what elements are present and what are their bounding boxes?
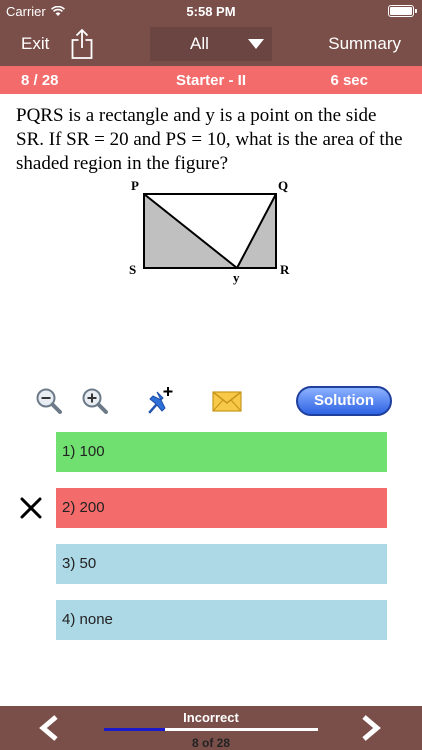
label-q: Q bbox=[278, 178, 288, 193]
progress-fill bbox=[104, 728, 166, 731]
label-s: S bbox=[129, 262, 136, 277]
filter-selected-value: All bbox=[190, 34, 209, 53]
share-icon[interactable] bbox=[70, 28, 94, 60]
chevron-down-icon bbox=[248, 39, 264, 49]
label-y: y bbox=[233, 270, 240, 285]
pin-add-icon[interactable] bbox=[146, 386, 176, 416]
clock: 5:58 PM bbox=[186, 4, 236, 19]
wrong-answer-icon bbox=[20, 497, 42, 519]
solution-button[interactable]: Solution bbox=[296, 386, 392, 416]
answer-option-1[interactable]: 1) 100 bbox=[56, 432, 387, 472]
question-text: PQRS is a rectangle and y is a point on … bbox=[16, 105, 403, 174]
battery-icon bbox=[388, 5, 417, 17]
status-bar: Carrier 5:58 PM bbox=[0, 0, 422, 22]
exit-button[interactable]: Exit bbox=[21, 34, 49, 54]
filter-dropdown[interactable]: All bbox=[150, 27, 272, 61]
progress-track bbox=[104, 728, 318, 731]
chevron-right-icon[interactable] bbox=[358, 714, 384, 742]
question-toolbar: Solution bbox=[0, 384, 422, 420]
summary-button[interactable]: Summary bbox=[328, 34, 401, 54]
zoom-out-icon[interactable] bbox=[34, 386, 64, 416]
label-r: R bbox=[280, 262, 290, 277]
label-p: P bbox=[131, 178, 139, 193]
question-figure: P Q S R y bbox=[129, 178, 290, 285]
answer-option-3[interactable]: 3) 50 bbox=[56, 544, 387, 584]
question-timer: 6 sec bbox=[330, 72, 368, 89]
answer-option-4[interactable]: 4) none bbox=[56, 600, 387, 640]
answer-option-2[interactable]: 2) 200 bbox=[56, 488, 387, 528]
mail-icon[interactable] bbox=[212, 386, 242, 416]
nav-bar: Exit All Summary bbox=[0, 22, 422, 66]
question-info-bar: 8 / 28 Starter - II 6 sec bbox=[0, 66, 422, 94]
zoom-in-icon[interactable] bbox=[80, 386, 110, 416]
footer-bar: Incorrect 8 of 28 bbox=[0, 706, 422, 750]
